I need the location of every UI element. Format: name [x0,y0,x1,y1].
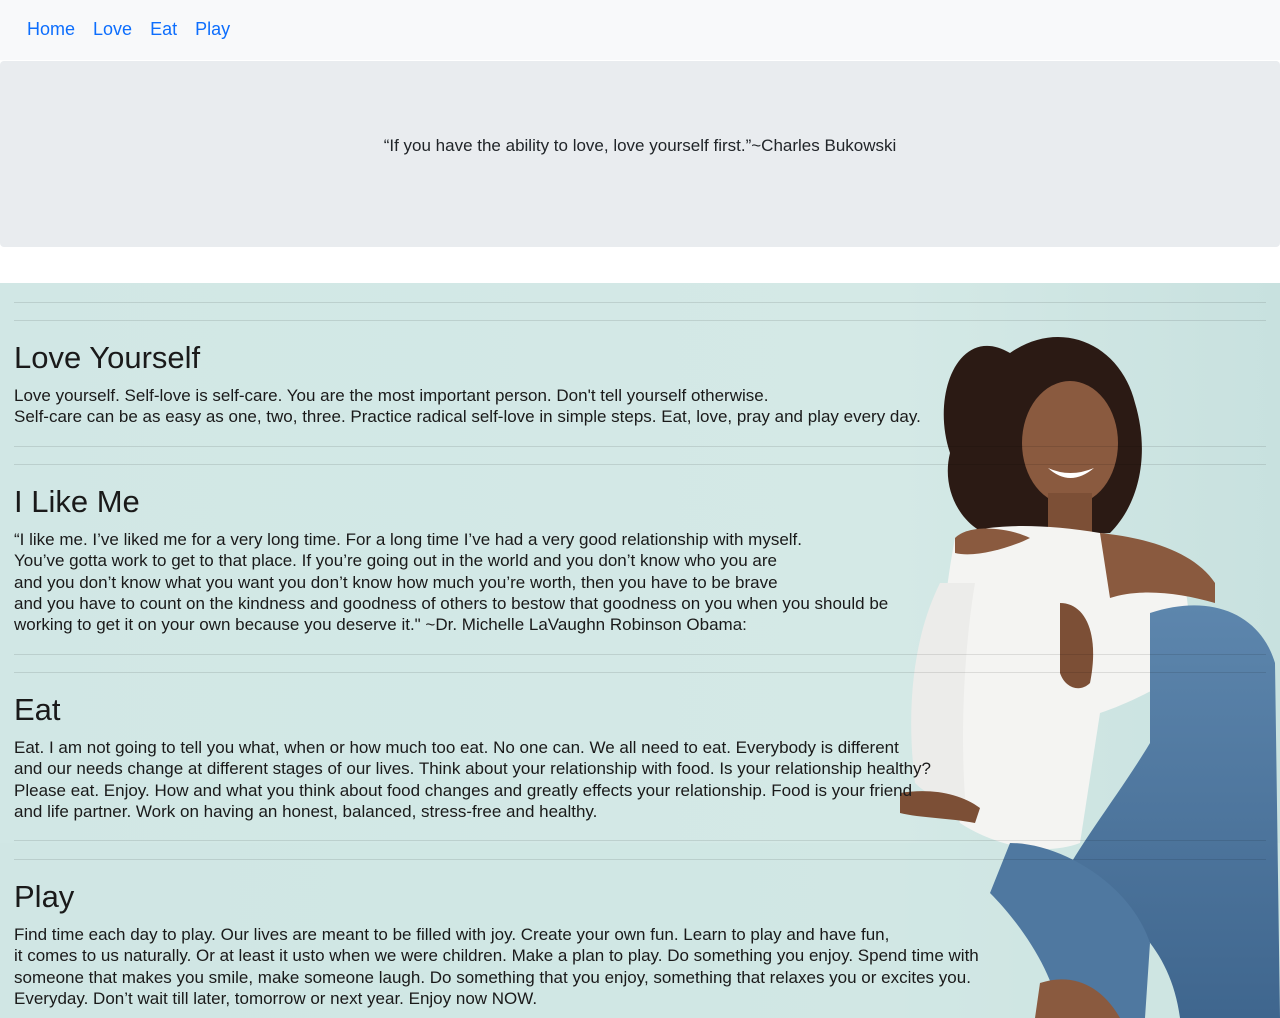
text-line: Love yourself. Self-love is self-care. Y… [14,386,769,405]
text-line: Everyday. Don’t wait till later, tomorro… [14,988,538,1008]
text-line: Eat. I am not going to tell you what, wh… [14,738,899,757]
section-body-love-yourself: Love yourself. Self-love is self-care. Y… [14,385,921,428]
divider [14,464,1266,465]
section-body-play: Find time each day to play. Our lives ar… [14,924,979,1009]
top-navbar: Home Love Eat Play [0,0,1280,60]
text-line: working to get it on your own because yo… [14,615,747,635]
nav-link-love[interactable]: Love [93,17,132,41]
quote-banner: “If you have the ability to love, love y… [0,61,1280,247]
main-content: Love Yourself Love yourself. Self-love i… [0,283,1280,1018]
divider [14,840,1266,841]
text-line: Find time each day to play. Our lives ar… [14,925,890,944]
divider [14,302,1266,303]
text-line: someone that makes you smile, make someo… [14,967,971,987]
section-body-eat: Eat. I am not going to tell you what, wh… [14,737,931,822]
text-line: and our needs change at different stages… [14,759,931,779]
section-body-i-like-me: “I like me. I’ve liked me for a very lon… [14,529,888,635]
nav-link-eat[interactable]: Eat [150,17,177,41]
divider [14,320,1266,321]
section-title-eat: Eat [14,692,61,727]
nav-link-play[interactable]: Play [195,17,230,41]
text-line: and you have to count on the kindness an… [14,593,889,613]
divider [14,654,1266,655]
text-line: “I like me. I’ve liked me for a very lon… [14,530,802,549]
section-title-i-like-me: I Like Me [14,484,140,519]
nav-link-home[interactable]: Home [27,17,75,41]
banner-quote: “If you have the ability to love, love y… [383,136,897,155]
section-title-play: Play [14,879,75,914]
divider [14,859,1266,860]
text-line: it comes to us naturally. Or at least it… [14,946,979,966]
text-line: Self-care can be as easy as one, two, th… [14,407,921,427]
text-line: and life partner. Work on having an hone… [14,801,598,821]
section-title-love-yourself: Love Yourself [14,340,201,375]
nav-links: Home Love Eat Play [27,17,230,41]
text-line: You’ve gotta work to get to that place. … [14,551,777,571]
text-line: and you don’t know what you want you don… [14,572,778,592]
text-line: Please eat. Enjoy. How and what you thin… [14,780,913,800]
divider [14,672,1266,673]
divider [14,446,1266,447]
